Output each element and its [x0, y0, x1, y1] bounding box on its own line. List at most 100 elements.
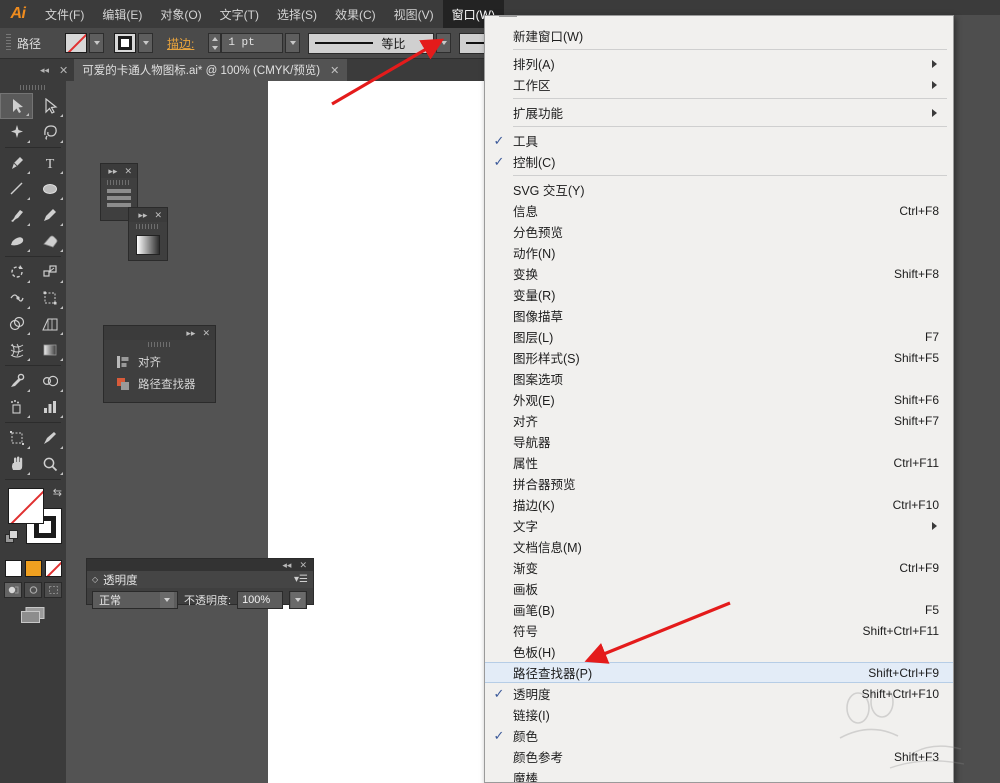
profile-uniform-arrow[interactable] — [436, 33, 452, 53]
window-menu-item[interactable]: 符号 Shift+Ctrl+F11 — [485, 620, 953, 641]
stroke-weight-dropdown-arrow[interactable] — [285, 33, 301, 53]
menu-bar-item-2[interactable]: 对象(O) — [151, 0, 210, 28]
align-panel-item[interactable]: 对齐 — [104, 348, 215, 370]
document-tab[interactable]: 可爱的卡通人物图标.ai* @ 100% (CMYK/预览) ✕ — [74, 59, 348, 81]
document-tab-close-icon[interactable]: ✕ — [330, 64, 339, 77]
stroke-dropdown-arrow[interactable] — [138, 33, 154, 53]
selection-tool[interactable] — [0, 93, 33, 119]
window-menu-item[interactable]: 路径查找器(P) Shift+Ctrl+F9 — [485, 662, 953, 683]
opacity-arrow-icon[interactable] — [291, 592, 306, 608]
transparency-expand-icon[interactable]: ◇ — [92, 575, 98, 584]
layers-panel-grip[interactable] — [101, 178, 137, 186]
window-menu-item[interactable]: 扩展功能 — [485, 102, 953, 123]
screen-mode-button[interactable] — [0, 606, 66, 624]
type-tool[interactable]: T — [33, 150, 66, 176]
align-close-icon[interactable]: ✕ — [202, 328, 210, 338]
window-menu-item[interactable]: 渐变 Ctrl+F9 — [485, 557, 953, 578]
window-menu-item[interactable]: 动作(N) — [485, 242, 953, 263]
stroke-profile-uniform-select[interactable]: 等比 — [308, 32, 435, 54]
window-menu-item[interactable]: 色板(H) — [485, 641, 953, 662]
menu-bar-item-5[interactable]: 效果(C) — [326, 0, 385, 28]
transparency-panel-tab[interactable]: ◇ 透明度 ▾☰ — [87, 571, 313, 588]
window-menu-item[interactable]: 属性 Ctrl+F11 — [485, 452, 953, 473]
window-menu-item[interactable]: 链接(I) — [485, 704, 953, 725]
stroke-weight-stepper[interactable] — [208, 33, 222, 53]
window-menu-item[interactable]: 工作区 — [485, 74, 953, 95]
swap-fill-stroke-icon[interactable]: ⇆ — [53, 486, 62, 499]
window-menu-item[interactable]: 外观(E) Shift+F6 — [485, 389, 953, 410]
magic-wand-tool[interactable] — [0, 119, 33, 145]
toolbar-fill-swatch[interactable] — [8, 488, 44, 524]
window-menu-item[interactable]: 图层(L) F7 — [485, 326, 953, 347]
artboard-tool[interactable] — [0, 425, 33, 451]
layers-panel-titlebar[interactable]: ▸▸ ✕ — [101, 164, 137, 178]
window-menu-item[interactable]: SVG 交互(Y) — [485, 179, 953, 200]
draw-normal-mode-icon[interactable] — [4, 582, 22, 598]
tab-bar-close-icon[interactable]: ✕ — [59, 64, 68, 77]
blend-mode-arrow[interactable] — [160, 592, 174, 608]
fill-swatch[interactable] — [65, 33, 88, 53]
default-fill-stroke-icon[interactable] — [5, 530, 19, 544]
window-menu-item[interactable]: 魔棒 — [485, 767, 953, 782]
draw-behind-mode-icon[interactable] — [24, 582, 42, 598]
pen-tool[interactable] — [0, 150, 33, 176]
align-panel-titlebar[interactable]: ▸▸ ✕ — [104, 326, 215, 340]
swatch-white-color[interactable] — [4, 560, 22, 577]
gradient-tool[interactable] — [33, 337, 66, 363]
opacity-dropdown-arrow[interactable] — [289, 591, 308, 609]
window-menu-item[interactable]: ✓ 工具 — [485, 130, 953, 151]
gradient-panel-grip[interactable] — [129, 222, 167, 230]
scale-tool[interactable] — [33, 259, 66, 285]
free-transform-tool[interactable] — [33, 285, 66, 311]
window-menu-item[interactable]: 导航器 — [485, 431, 953, 452]
perspective-grid-tool[interactable] — [33, 311, 66, 337]
menu-bar-item-3[interactable]: 文字(T) — [211, 0, 268, 28]
window-menu-item[interactable]: 新建窗口(W) — [485, 25, 953, 46]
lasso-tool[interactable] — [33, 119, 66, 145]
window-menu-item[interactable]: 画笔(B) F5 — [485, 599, 953, 620]
transparency-close-icon[interactable]: ✕ — [299, 560, 307, 571]
window-menu-item[interactable]: 文字 — [485, 515, 953, 536]
align-pathfinder-panel[interactable]: ▸▸ ✕ 对齐 路径查找器 — [103, 325, 216, 403]
paintbrush-tool[interactable] — [0, 202, 33, 228]
zoom-tool[interactable] — [33, 451, 66, 477]
menu-bar-item-1[interactable]: 编辑(E) — [93, 0, 151, 28]
tab-collapse-icon[interactable]: ◂◂ — [40, 65, 49, 76]
blend-tool[interactable] — [33, 368, 66, 394]
gradient-collapse-icon[interactable]: ▸▸ — [138, 210, 147, 220]
window-menu-item[interactable]: 变换 Shift+F8 — [485, 263, 953, 284]
column-graph-tool[interactable] — [33, 394, 66, 420]
blob-brush-tool[interactable] — [0, 228, 33, 254]
fill-dropdown-arrow[interactable] — [89, 33, 105, 53]
window-menu-item[interactable]: 拼合器预览 — [485, 473, 953, 494]
window-menu-item[interactable]: 对齐 Shift+F7 — [485, 410, 953, 431]
tools-panel-grip[interactable] — [20, 85, 46, 90]
window-menu-item[interactable]: 图像描草 — [485, 305, 953, 326]
pencil-tool[interactable] — [33, 202, 66, 228]
menu-bar-item-4[interactable]: 选择(S) — [268, 0, 326, 28]
window-menu-item[interactable]: ✓ 透明度 Shift+Ctrl+F10 — [485, 683, 953, 704]
window-menu-item[interactable]: 图案选项 — [485, 368, 953, 389]
window-menu-item[interactable]: ✓ 控制(C) — [485, 151, 953, 172]
window-menu-item[interactable]: 画板 — [485, 578, 953, 599]
pathfinder-panel-item[interactable]: 路径查找器 — [104, 370, 215, 392]
menu-bar-item-6[interactable]: 视图(V) — [385, 0, 443, 28]
stroke-weight-field[interactable]: 1 pt — [221, 33, 284, 53]
shape-builder-tool[interactable] — [0, 311, 33, 337]
window-menu-item[interactable]: 图形样式(S) Shift+F5 — [485, 347, 953, 368]
direct-selection-tool[interactable] — [33, 93, 66, 119]
window-menu-item[interactable]: 分色预览 — [485, 221, 953, 242]
window-menu-item[interactable]: 描边(K) Ctrl+F10 — [485, 494, 953, 515]
transparency-panel-menu-icon[interactable]: ▾☰ — [294, 574, 308, 585]
window-menu-item[interactable]: 颜色参考 Shift+F3 — [485, 746, 953, 767]
menu-bar-item-0[interactable]: 文件(F) — [36, 0, 93, 28]
gradient-preview-swatch[interactable] — [136, 235, 160, 255]
window-menu-dropdown[interactable]: 新建窗口(W) 排列(A) 工作区扩展功能 ✓ 工具 ✓ 控制(C) SVG 交互(Y) 信息 C… — [484, 15, 954, 783]
blend-mode-select[interactable]: 正常 — [92, 591, 178, 609]
symbol-sprayer-tool[interactable] — [0, 394, 33, 420]
draw-inside-mode-icon[interactable] — [44, 582, 62, 598]
window-menu-item[interactable]: 变量(R) — [485, 284, 953, 305]
layers-collapse-icon[interactable]: ▸▸ — [108, 166, 117, 176]
window-menu-item[interactable]: 信息 Ctrl+F8 — [485, 200, 953, 221]
window-menu-item[interactable]: 排列(A) — [485, 53, 953, 74]
